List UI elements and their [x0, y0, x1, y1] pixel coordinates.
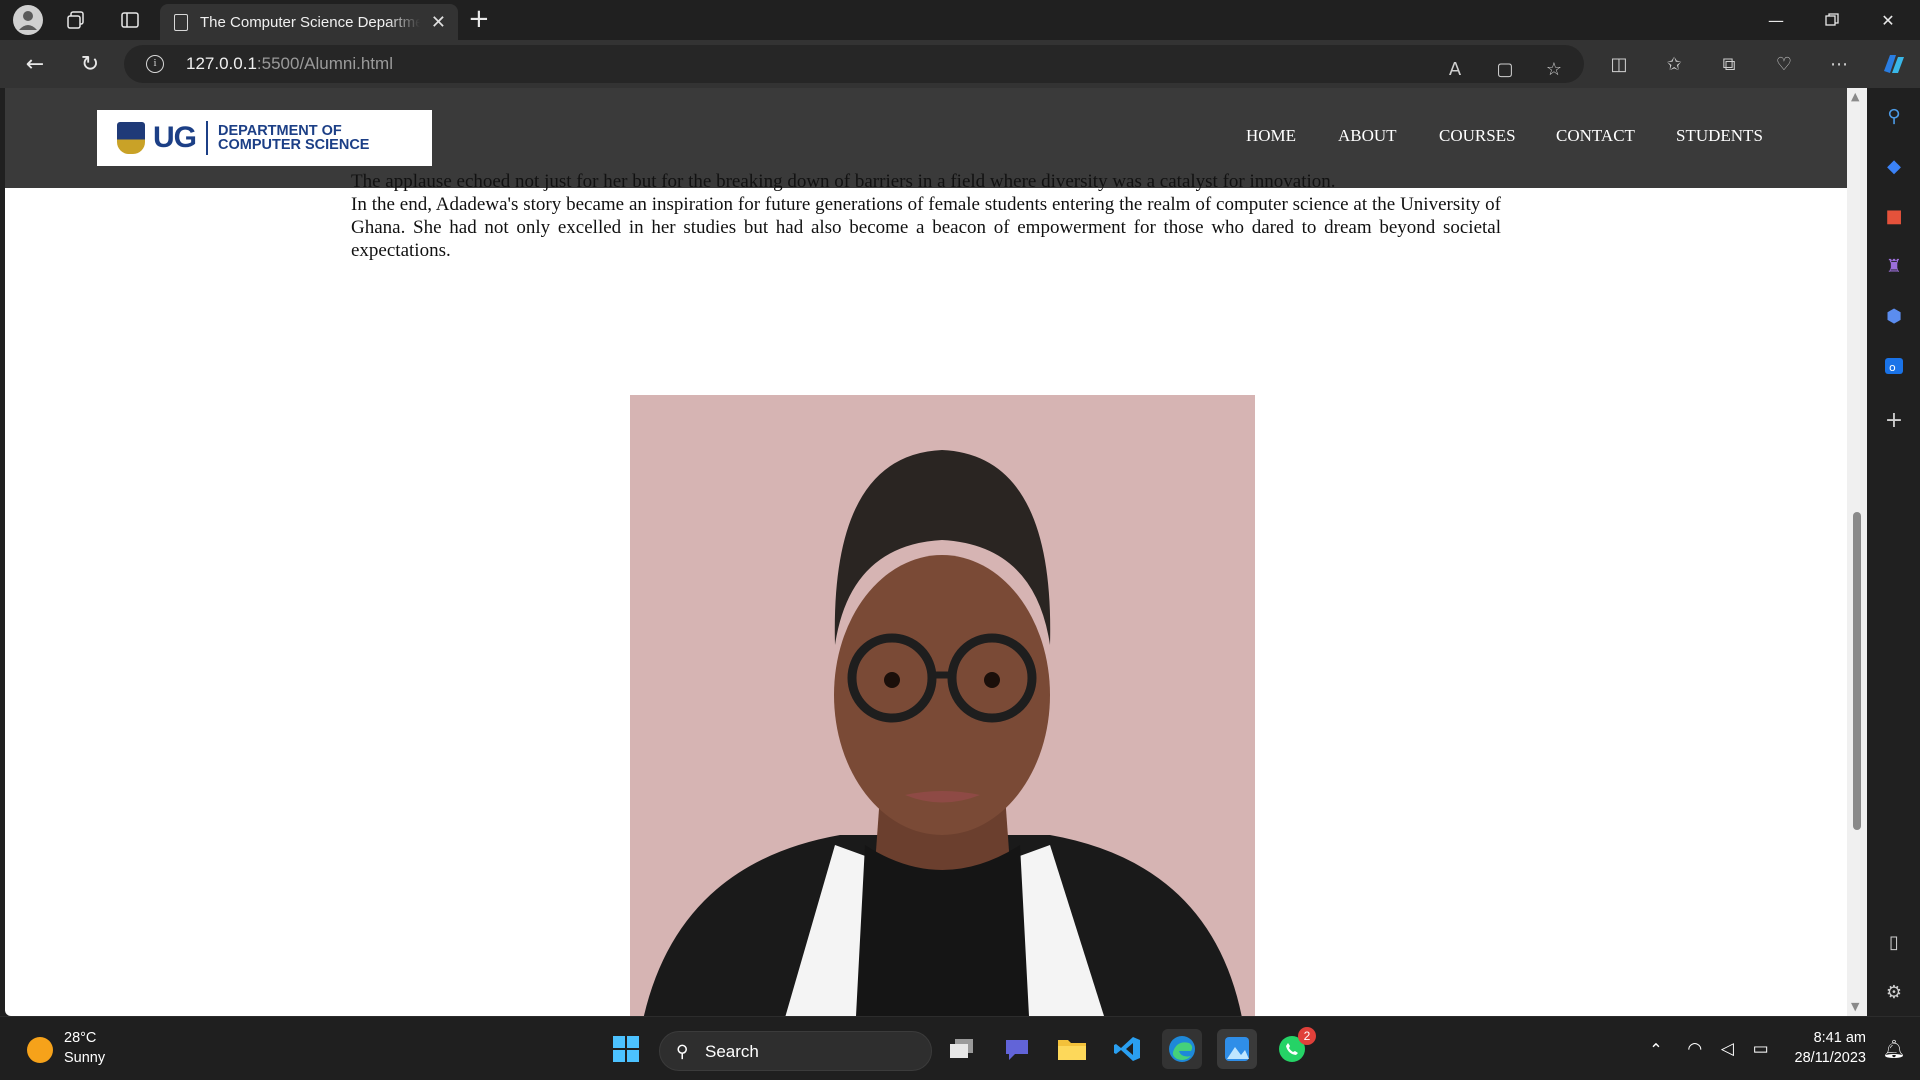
nav-contact[interactable]: CONTACT	[1556, 126, 1635, 146]
new-tab-button[interactable]: +	[468, 4, 490, 34]
restore-button[interactable]	[1810, 6, 1854, 34]
tools-icon[interactable]: ■	[1880, 202, 1908, 230]
games-icon[interactable]: ♜	[1880, 252, 1908, 280]
address-bar[interactable]: i 127.0.0.1:5500/Alumni.html A ▢ ☆	[124, 45, 1584, 83]
search-label: Search	[705, 1042, 759, 1061]
svg-text:o: o	[1889, 361, 1896, 374]
browser-essentials-icon[interactable]: ♡	[1771, 52, 1797, 76]
file-explorer-icon[interactable]	[1052, 1029, 1092, 1069]
close-window-button[interactable]: ✕	[1866, 6, 1910, 34]
story-line-applause: The applause echoed not just for her but…	[351, 171, 1336, 192]
browser-toolbar: ← ↻ i 127.0.0.1:5500/Alumni.html A ▢ ☆ ◫…	[0, 40, 1920, 88]
battery-icon: ▭	[1752, 1039, 1769, 1059]
scroll-up-arrow-icon[interactable]: ▲	[1851, 90, 1859, 103]
logo-divider	[206, 121, 208, 155]
ug-crest-icon	[117, 122, 145, 154]
nav-home[interactable]: HOME	[1246, 126, 1296, 146]
nav-courses[interactable]: COURSES	[1439, 126, 1516, 146]
search-glass-icon: ⚲	[676, 1042, 689, 1062]
page-icon	[174, 13, 188, 31]
whatsapp-badge: 2	[1298, 1027, 1316, 1045]
vertical-tabs-icon[interactable]	[116, 6, 144, 34]
edge-sidebar: ⚲ ◆ ■ ♜ ⬢ o + ▯ ⚙	[1867, 88, 1920, 1016]
windows-taskbar: 28°C Sunny ⚲ Search 2 ⌃ ◠ ◁ ▭ 8:41 am 28…	[0, 1016, 1920, 1080]
scroll-down-arrow-icon[interactable]: ▼	[1851, 1000, 1859, 1013]
scrollbar-thumb[interactable]	[1853, 512, 1861, 830]
clock-time[interactable]: 8:41 am	[1770, 1030, 1866, 1046]
copilot-icon[interactable]	[1880, 52, 1906, 76]
browser-tab-bar: The Computer Science Departme ✕ + — ✕	[0, 0, 1920, 40]
favorites-icon[interactable]: ✩	[1661, 52, 1687, 76]
weather-condition[interactable]: Sunny	[64, 1050, 105, 1066]
outlook-icon[interactable]: o	[1880, 352, 1908, 380]
whatsapp-icon[interactable]: 2	[1272, 1027, 1316, 1069]
alumna-portrait	[630, 395, 1255, 1016]
nav-about[interactable]: ABOUT	[1338, 126, 1397, 146]
split-screen-icon[interactable]: ◫	[1606, 52, 1632, 76]
teams-chat-icon[interactable]	[997, 1029, 1037, 1069]
favorite-star-icon[interactable]: ☆	[1541, 57, 1567, 81]
photos-app-icon[interactable]	[1217, 1029, 1257, 1069]
hide-sidebar-icon[interactable]: ▯	[1880, 928, 1908, 956]
refresh-button[interactable]: ↻	[75, 50, 105, 78]
logo-department-text: DEPARTMENT OF COMPUTER SCIENCE	[218, 123, 370, 153]
sidebar-settings-icon[interactable]: ⚙	[1880, 978, 1908, 1006]
search-icon[interactable]: ⚲	[1880, 102, 1908, 130]
notification-bell-icon[interactable]: 🔔︎	[1874, 1029, 1914, 1069]
story-paragraph-end: In the end, Adadewa's story became an in…	[351, 194, 1501, 261]
shopping-tag-icon[interactable]: ◆	[1880, 152, 1908, 180]
volume-icon: ◁	[1720, 1039, 1734, 1059]
profile-avatar[interactable]	[13, 5, 43, 35]
app-available-icon[interactable]: ▢	[1492, 57, 1518, 81]
department-logo[interactable]: UG DEPARTMENT OF COMPUTER SCIENCE	[97, 110, 432, 166]
tab-title: The Computer Science Departme	[200, 13, 420, 31]
weather-sun-icon[interactable]	[27, 1037, 53, 1063]
vscode-icon[interactable]	[1107, 1029, 1147, 1069]
more-menu-icon[interactable]: ⋯	[1826, 52, 1852, 76]
nav-students[interactable]: STUDENTS	[1676, 126, 1763, 146]
logo-ug-text: UG	[153, 121, 197, 154]
wifi-icon: ◠	[1687, 1039, 1703, 1059]
collections-icon[interactable]: ⧉	[1716, 52, 1742, 76]
start-button[interactable]	[606, 1029, 646, 1069]
minimize-button[interactable]: —	[1754, 6, 1798, 34]
page-scrollbar[interactable]: ▲ ▼	[1847, 88, 1867, 1016]
add-sidebar-app-icon[interactable]: +	[1880, 406, 1908, 434]
read-aloud-icon[interactable]: A	[1442, 57, 1468, 81]
workspaces-icon[interactable]	[62, 6, 90, 34]
back-button[interactable]: ←	[20, 50, 50, 78]
task-view-icon[interactable]	[942, 1029, 982, 1069]
site-info-icon[interactable]: i	[146, 55, 164, 73]
url-text[interactable]: 127.0.0.1:5500/Alumni.html	[186, 54, 393, 74]
show-hidden-icons-chevron-icon[interactable]: ⌃	[1636, 1029, 1676, 1069]
page-viewport: UG DEPARTMENT OF COMPUTER SCIENCE HOME A…	[5, 88, 1847, 1016]
taskbar-search[interactable]: ⚲ Search	[659, 1031, 932, 1071]
clock-date[interactable]: 28/11/2023	[1770, 1050, 1867, 1066]
microsoft-365-icon[interactable]: ⬢	[1880, 302, 1908, 330]
active-tab[interactable]: The Computer Science Departme ✕	[160, 4, 458, 40]
system-tray-status[interactable]: ◠ ◁ ▭	[1678, 1029, 1778, 1069]
alumni-story: The applause echoed not just for her but…	[351, 170, 1501, 262]
close-tab-icon[interactable]: ✕	[431, 12, 446, 33]
edge-browser-icon[interactable]	[1162, 1029, 1202, 1069]
weather-temperature[interactable]: 28°C	[64, 1030, 96, 1046]
